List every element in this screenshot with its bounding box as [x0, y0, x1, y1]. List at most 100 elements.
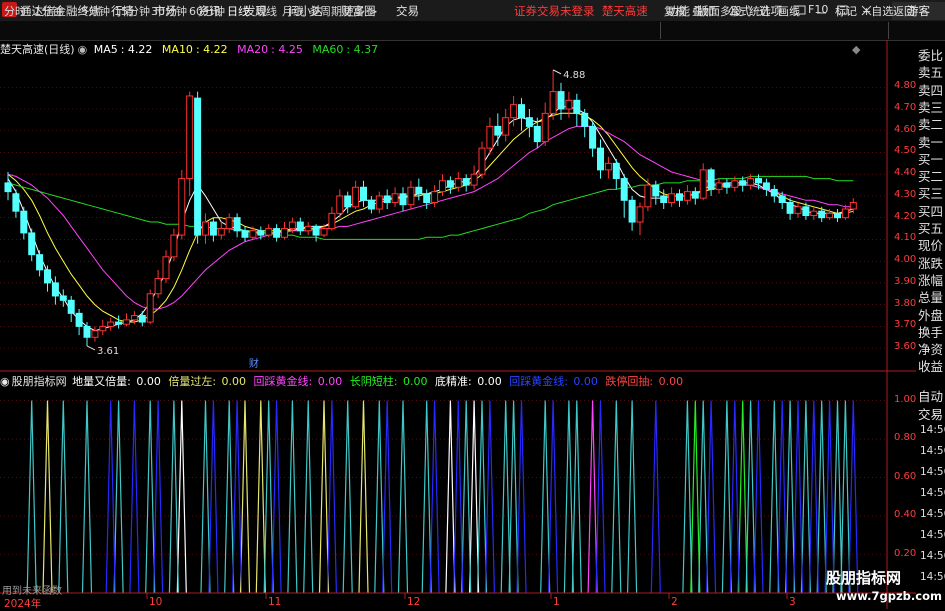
- candle-body: [12, 193, 20, 212]
- period-5min[interactable]: 5分钟: [81, 3, 110, 19]
- candle-body: [549, 91, 557, 114]
- period-multi[interactable]: 多周期: [309, 3, 342, 19]
- trade-time: 14:56: [920, 445, 945, 457]
- candle-body: [431, 191, 439, 203]
- trade-time: 14:56: [920, 466, 945, 478]
- finance-marker[interactable]: 财: [249, 357, 259, 370]
- candle-body: [699, 169, 707, 199]
- candle-body: [4, 182, 12, 193]
- signal-spike: [745, 400, 756, 594]
- period-weekly[interactable]: 周线: [255, 3, 277, 19]
- button-back[interactable]: 返回: [893, 3, 915, 19]
- button-huaxian[interactable]: 画线: [778, 3, 800, 19]
- login-warning[interactable]: 证券交易未登录 楚天高速: [514, 3, 648, 19]
- quote-label: 换手: [918, 324, 944, 340]
- period-monthly[interactable]: 月线: [282, 3, 304, 19]
- signal-spike: [777, 400, 788, 594]
- candle-body: [778, 195, 786, 203]
- period-30min[interactable]: 30分钟: [151, 3, 187, 19]
- candle-body: [802, 206, 810, 217]
- period-1min[interactable]: 1分钟: [34, 3, 63, 19]
- candle-body: [723, 182, 731, 188]
- price-tick-label: 4.50: [894, 145, 917, 157]
- period-daily[interactable]: 日线: [227, 3, 249, 19]
- period-15min[interactable]: 15分钟: [114, 3, 150, 19]
- grid: [0, 86, 887, 555]
- candle-body: [486, 125, 494, 149]
- button-add-watchlist[interactable]: +自选: [862, 3, 893, 19]
- period-more[interactable]: 更多 >: [343, 3, 378, 19]
- signal-spike: [153, 400, 164, 594]
- signal-spike: [168, 400, 179, 594]
- auto-label[interactable]: 自动: [918, 386, 943, 405]
- signal-spike: [374, 400, 385, 594]
- candle-body: [146, 293, 154, 323]
- candle-body: [470, 173, 478, 186]
- candle-body: [138, 315, 146, 323]
- quote-label: 卖五: [918, 65, 944, 81]
- signal-spike: [832, 400, 843, 594]
- candle-body: [597, 147, 604, 171]
- price-tick-label: 4.80: [894, 80, 917, 92]
- candle-body: [423, 193, 431, 203]
- signal-spike: [721, 400, 732, 594]
- candle-body: [202, 221, 209, 236]
- candle-body: [715, 182, 723, 190]
- signal-spike: [769, 400, 780, 594]
- button-fuquan[interactable]: 复权: [664, 3, 686, 19]
- quote-label: 总量: [918, 290, 944, 306]
- quote-label: 涨跌: [918, 255, 944, 271]
- candle-body: [233, 217, 241, 232]
- button-f10[interactable]: F10: [808, 3, 828, 16]
- candle-body: [217, 228, 225, 236]
- candle-body: [36, 254, 44, 271]
- price-tick-label: 3.70: [894, 319, 917, 331]
- button-diejia[interactable]: 叠加: [692, 3, 714, 19]
- quote-label: 现价: [918, 238, 944, 254]
- indicator-tick-label: 0.20: [894, 547, 917, 559]
- button-duogu[interactable]: 多股: [720, 3, 742, 19]
- toolbar: [0, 21, 945, 41]
- button-biaoji[interactable]: 标记: [835, 3, 857, 19]
- trade-label[interactable]: 交易: [918, 404, 943, 423]
- signal-spike: [208, 400, 219, 594]
- trade-time: 14:56: [920, 529, 945, 541]
- signal-spike: [145, 400, 156, 594]
- high-price-label: 4.88: [563, 70, 585, 81]
- signal-spike: [753, 400, 764, 594]
- signal-spike: [232, 400, 243, 594]
- chart-menu-icon[interactable]: ◆: [852, 43, 861, 56]
- kline-chart[interactable]: 4.88 3.61 财 ◆: [0, 40, 916, 609]
- price-tick-label: 4.00: [894, 254, 917, 266]
- signal-spike: [508, 400, 519, 594]
- candle-body: [130, 315, 138, 321]
- x-label-3: 3: [789, 596, 796, 608]
- candle-body: [107, 321, 115, 327]
- candle-body: [186, 95, 194, 180]
- quote-label: 涨幅: [918, 272, 944, 288]
- candle-body: [257, 230, 265, 236]
- indicator-tick-label: 0.40: [894, 509, 917, 521]
- signal-spike: [595, 400, 606, 594]
- candle-body: [83, 325, 91, 338]
- candle-body: [99, 325, 107, 332]
- candle-body: [328, 212, 336, 230]
- period-60min[interactable]: 60分钟: [189, 3, 225, 19]
- signal-spike: [239, 400, 251, 594]
- candle-body: [502, 117, 510, 136]
- menu-jiaoyi[interactable]: 交易: [396, 3, 419, 19]
- signal-spike: [469, 400, 480, 594]
- candle-body: [344, 195, 352, 208]
- button-tongji[interactable]: 统计: [749, 3, 771, 19]
- indicator-tick-label: 0.60: [894, 470, 917, 482]
- low-price-label: 3.61: [97, 346, 119, 357]
- signal-spike: [682, 400, 693, 594]
- signal-spike: [326, 400, 337, 594]
- period-fenshi[interactable]: 分时: [4, 3, 26, 19]
- candle-body: [826, 212, 834, 219]
- candle-body: [415, 186, 423, 195]
- signal-spike: [792, 400, 804, 594]
- future-function-note: 用到未来函数: [2, 586, 62, 597]
- candle-body: [225, 217, 233, 230]
- candle-body: [636, 206, 644, 223]
